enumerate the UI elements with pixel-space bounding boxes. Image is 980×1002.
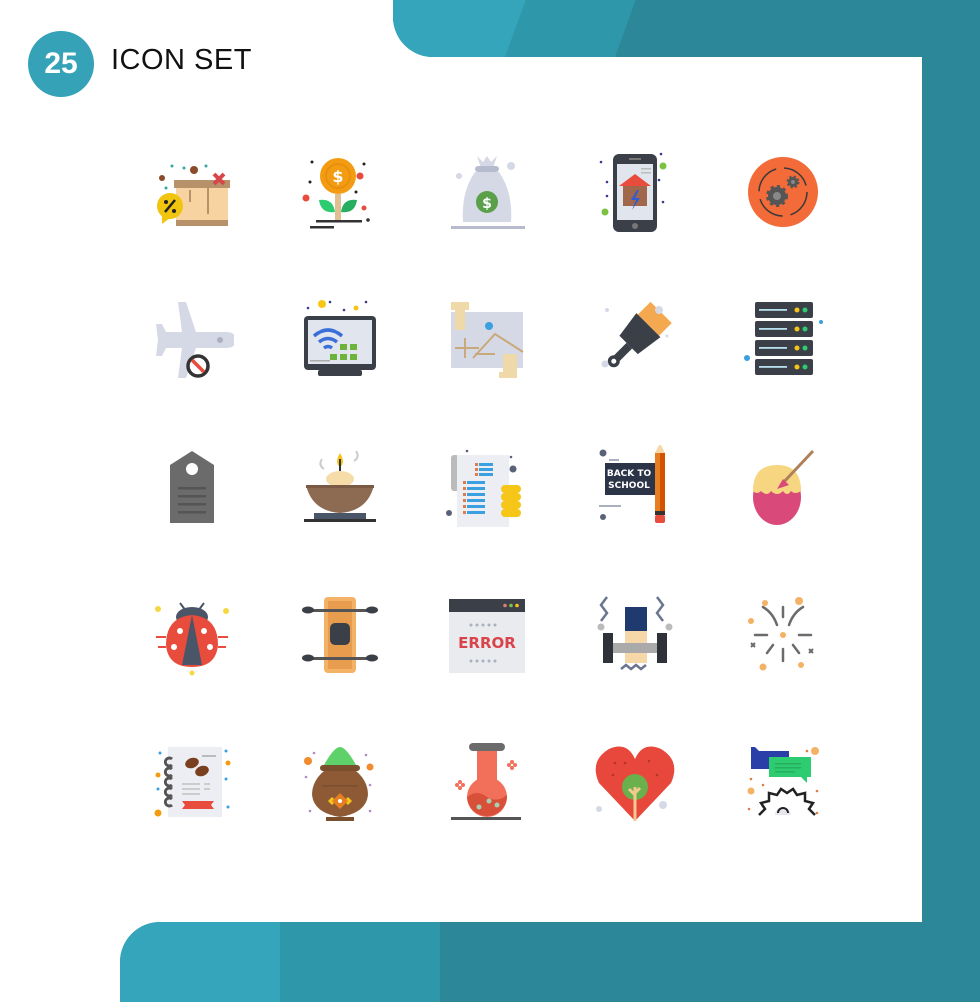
dumbbell-workout-icon [593, 593, 677, 677]
decor-top-band [393, 0, 980, 57]
kayak-icon [298, 593, 382, 677]
chat-settings-icon [741, 741, 825, 825]
map-location-icon [445, 298, 529, 382]
wifi-monitor-icon [298, 298, 382, 382]
page-title: ICON SET [111, 44, 252, 76]
fireworks-icon [741, 593, 825, 677]
decor-right-band [922, 0, 980, 980]
server-rack-icon [741, 298, 825, 382]
money-growth-plant-icon: $ [298, 150, 382, 234]
error-label: ERROR [458, 634, 516, 652]
ladybug-icon [150, 593, 234, 677]
smart-home-phone-icon [593, 150, 677, 234]
back-to-school-label-1: BACK TO [607, 469, 652, 479]
badge-number: 25 [44, 47, 78, 80]
coffee-menu-icon [150, 741, 234, 825]
diya-lamp-icon [298, 445, 382, 529]
chemistry-flask-icon [445, 741, 529, 825]
money-bag-icon: $ [445, 150, 529, 234]
invoice-coins-icon [445, 445, 529, 529]
gift-box-discount-icon [150, 150, 234, 234]
price-tag-icon [150, 445, 234, 529]
easter-egg-paint-icon [741, 445, 825, 529]
eco-heart-tree-icon [593, 741, 677, 825]
decor-bottom-band [120, 922, 980, 1002]
holi-color-pot-icon [298, 741, 382, 825]
svg-text:$: $ [482, 196, 492, 212]
browser-error-icon: ERROR [445, 593, 529, 677]
paint-brush-icon [593, 298, 677, 382]
no-flight-icon [150, 298, 234, 382]
back-to-school-icon: BACK TO SCHOOL [593, 445, 677, 529]
gear-process-icon [741, 150, 825, 234]
back-to-school-label-2: SCHOOL [608, 481, 650, 491]
svg-text:$: $ [332, 167, 343, 186]
count-badge: 25 [28, 31, 94, 97]
